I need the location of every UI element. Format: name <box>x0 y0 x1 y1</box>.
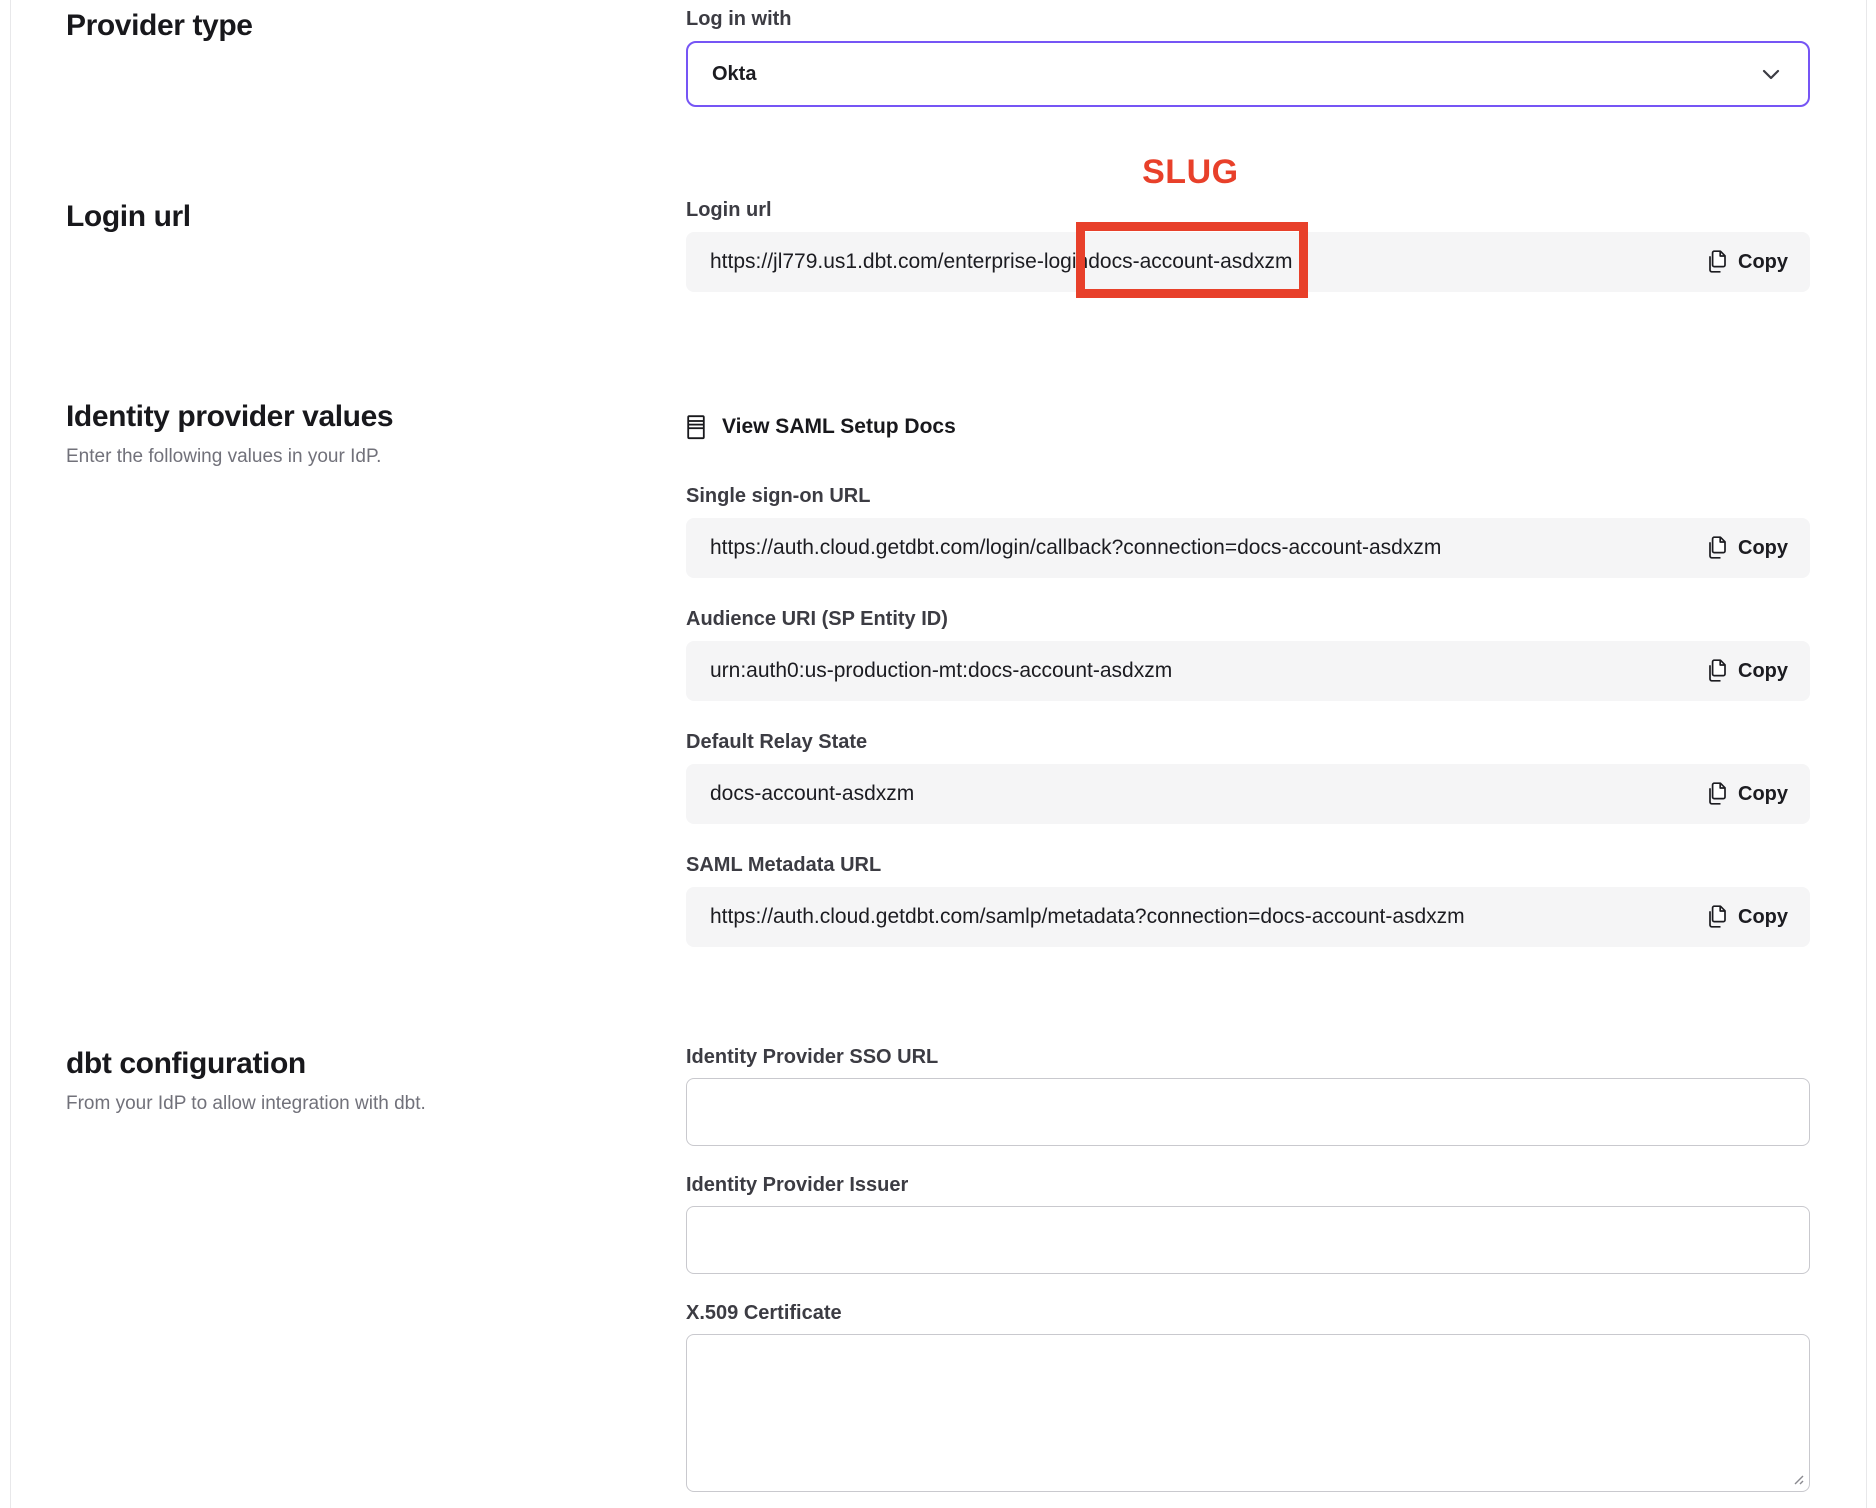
copy-icon <box>1706 536 1727 560</box>
idp-issuer-input[interactable] <box>686 1206 1810 1274</box>
saml-metadata-copy-button[interactable]: Copy <box>1686 905 1788 929</box>
audience-uri-copy-button[interactable]: Copy <box>1686 659 1788 683</box>
login-url-row: Login url Login url https://jl779.us1.db… <box>0 199 1876 292</box>
sso-url-label: Single sign-on URL <box>686 485 1810 507</box>
sso-url-field: https://auth.cloud.getdbt.com/login/call… <box>686 518 1810 578</box>
saml-metadata-value: https://auth.cloud.getdbt.com/samlp/meta… <box>710 904 1465 930</box>
copy-button-label: Copy <box>1738 660 1788 683</box>
copy-button-label: Copy <box>1738 251 1788 274</box>
copy-icon <box>1706 782 1727 806</box>
login-url-field-label: Login url <box>686 199 1810 221</box>
login-url-copy-button[interactable]: Copy <box>1686 250 1788 274</box>
audience-uri-label: Audience URI (SP Entity ID) <box>686 608 1810 630</box>
sso-url-copy-button[interactable]: Copy <box>1686 536 1788 560</box>
copy-button-label: Copy <box>1738 783 1788 806</box>
saml-metadata-field: https://auth.cloud.getdbt.com/samlp/meta… <box>686 887 1810 947</box>
relay-state-field: docs-account-asdxzm Copy <box>686 764 1810 824</box>
saml-metadata-label: SAML Metadata URL <box>686 854 1810 876</box>
audience-uri-value: urn:auth0:us-production-mt:docs-account-… <box>710 658 1172 684</box>
x509-certificate-label: X.509 Certificate <box>686 1302 1810 1324</box>
view-saml-setup-docs-label: View SAML Setup Docs <box>722 414 956 440</box>
dbt-config-left-col: dbt configuration From your IdP to allow… <box>66 1046 686 1492</box>
provider-select[interactable]: Okta <box>686 41 1810 107</box>
copy-button-label: Copy <box>1738 906 1788 929</box>
dbt-config-subtitle: From your IdP to allow integration with … <box>66 1092 526 1116</box>
dbt-config-right-col: Identity Provider SSO URL Identity Provi… <box>686 1046 1810 1492</box>
slug-annotation-label: SLUG <box>1142 159 1238 185</box>
copy-icon <box>1706 250 1727 274</box>
login-url-field: https://jl779.us1.dbt.com/enterprise-log… <box>686 232 1810 292</box>
section-heading-dbt-configuration: dbt configuration <box>66 1046 686 1082</box>
relay-state-copy-button[interactable]: Copy <box>1686 782 1788 806</box>
login-url-left-col: Login url <box>66 199 686 292</box>
relay-state-group: Default Relay State docs-account-asdxzm … <box>686 731 1810 824</box>
section-heading-login-url: Login url <box>66 199 686 235</box>
idp-sso-url-label: Identity Provider SSO URL <box>686 1046 1810 1068</box>
sso-url-group: Single sign-on URL https://auth.cloud.ge… <box>686 485 1810 578</box>
provider-type-left-col: Provider type <box>66 8 686 107</box>
provider-type-row: Provider type Log in with Okta <box>0 0 1876 107</box>
provider-type-right-col: Log in with Okta <box>686 8 1810 107</box>
section-heading-provider-type: Provider type <box>66 8 686 44</box>
dbt-configuration-row: dbt configuration From your IdP to allow… <box>0 1046 1876 1492</box>
content-left-border <box>10 0 11 1508</box>
identity-provider-values-row: Identity provider values Enter the follo… <box>0 399 1876 947</box>
idp-sso-url-input[interactable] <box>686 1078 1810 1146</box>
login-with-label: Log in with <box>686 8 1810 30</box>
sso-url-value: https://auth.cloud.getdbt.com/login/call… <box>710 535 1441 561</box>
login-url-value: https://jl779.us1.dbt.com/enterprise-log… <box>710 249 1292 275</box>
idp-left-col: Identity provider values Enter the follo… <box>66 399 686 947</box>
book-icon <box>686 415 706 440</box>
login-url-prefix: https://jl779.us1.dbt.com/enterprise-log… <box>710 250 1088 273</box>
section-heading-idp-values: Identity provider values <box>66 399 686 435</box>
idp-sso-url-group: Identity Provider SSO URL <box>686 1046 1810 1146</box>
login-url-right-col: Login url https://jl779.us1.dbt.com/ente… <box>686 199 1810 292</box>
audience-uri-field: urn:auth0:us-production-mt:docs-account-… <box>686 641 1810 701</box>
relay-state-label: Default Relay State <box>686 731 1810 753</box>
copy-icon <box>1706 905 1727 929</box>
x509-certificate-group: X.509 Certificate <box>686 1302 1810 1492</box>
saml-metadata-group: SAML Metadata URL https://auth.cloud.get… <box>686 854 1810 947</box>
x509-certificate-textarea[interactable] <box>686 1334 1810 1492</box>
idp-right-col: View SAML Setup Docs Single sign-on URL … <box>686 399 1810 947</box>
content-right-border <box>1866 0 1867 1508</box>
login-url-slug-highlight: SLUG docs-account-asdxzm <box>1088 249 1292 275</box>
copy-button-label: Copy <box>1738 537 1788 560</box>
idp-issuer-group: Identity Provider Issuer <box>686 1174 1810 1274</box>
provider-select-value: Okta <box>712 63 756 86</box>
login-url-slug: docs-account-asdxzm <box>1088 250 1292 273</box>
chevron-down-icon <box>1762 69 1780 80</box>
idp-section-subtitle: Enter the following values in your IdP. <box>66 445 526 469</box>
copy-icon <box>1706 659 1727 683</box>
idp-issuer-label: Identity Provider Issuer <box>686 1174 1810 1196</box>
relay-state-value: docs-account-asdxzm <box>710 781 914 807</box>
view-saml-setup-docs-link[interactable]: View SAML Setup Docs <box>686 399 1810 440</box>
audience-uri-group: Audience URI (SP Entity ID) urn:auth0:us… <box>686 608 1810 701</box>
